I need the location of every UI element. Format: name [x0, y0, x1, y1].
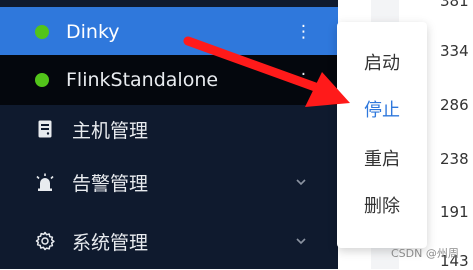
annotation-arrow-icon — [183, 36, 350, 107]
watermark: CSDN @州周 — [391, 247, 459, 260]
